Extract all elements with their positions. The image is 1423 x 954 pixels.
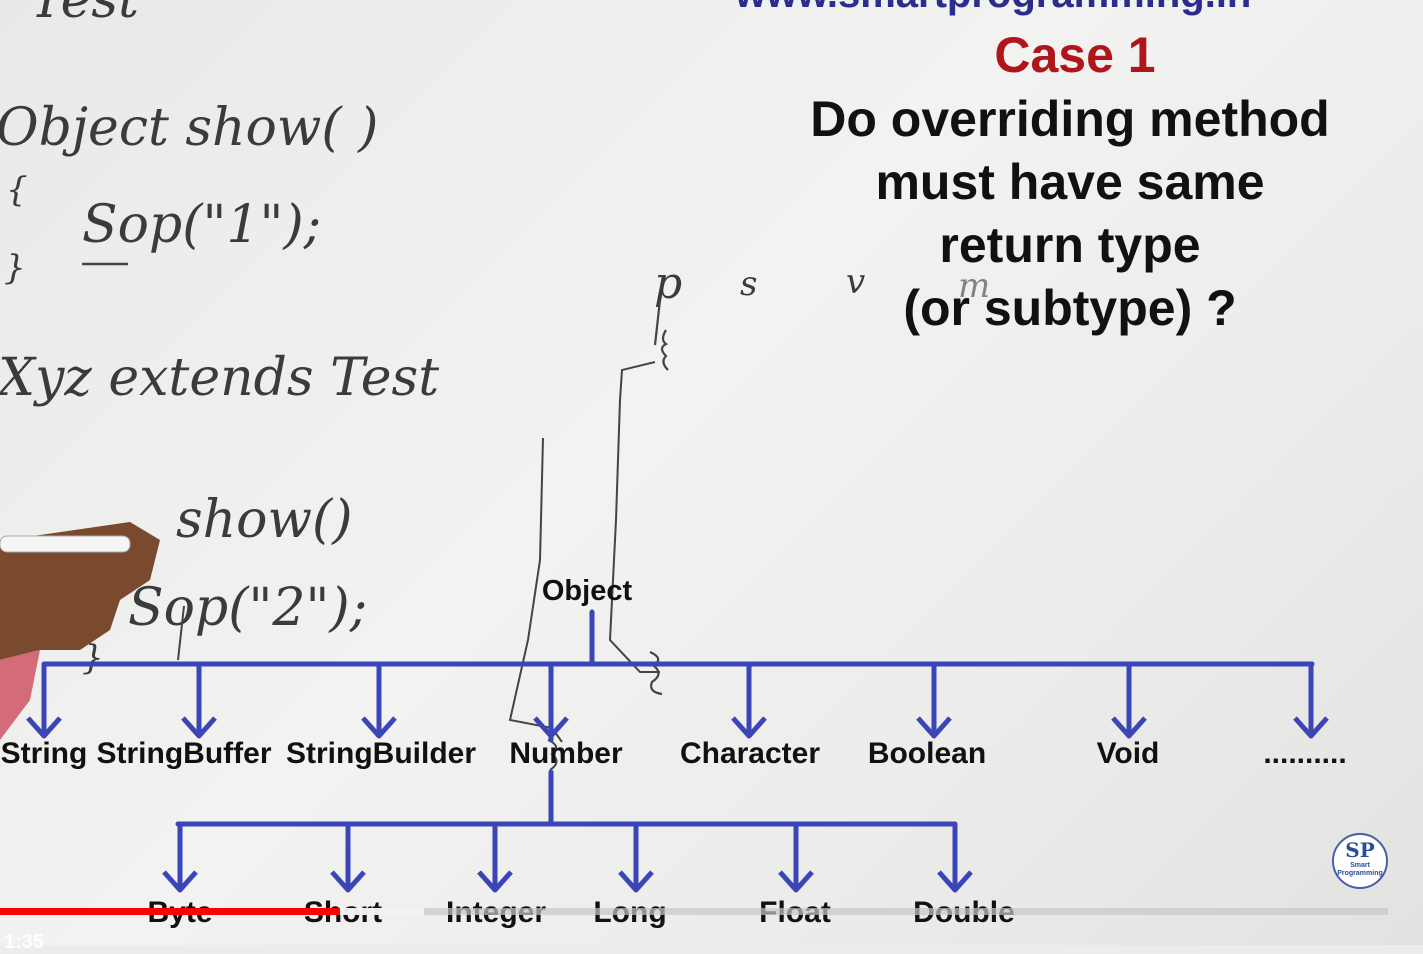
arrow-to-number [533,664,569,739]
arrow-to-long [618,824,654,893]
subclass-label-stringbuilder: StringBuilder [285,737,477,770]
progress-bar[interactable] [0,908,1388,915]
arrow-to-byte [162,824,198,893]
channel-logo: SP Smart Programming [1332,833,1388,889]
hierarchy-connectors [41,609,1315,827]
logo-text-line: Programming [1337,870,1383,877]
subclass-label-boolean: Boolean [867,737,987,770]
arrow-to-integer [477,824,513,893]
video-player-controls: 1:35 [0,904,1423,953]
subclass-label-more: .......... [1263,737,1347,770]
arrow-to-stringbuilder [361,664,397,739]
subclass-label-void: Void [1096,737,1160,770]
whiteboard: Test Object show( ) { Sop("1"); } Xyz ex… [0,0,1423,953]
arrow-to-stringbuffer [181,664,217,739]
level1-arrows [26,664,1329,739]
arrow-to-float [778,824,814,893]
arrow-to-short [330,824,366,893]
subclass-label-number: Number [509,737,623,770]
arrow-to-boolean [916,664,952,739]
arrow-to-void [1111,664,1147,739]
subclass-label-character: Character [679,737,821,770]
logo-text-line: Smart [1350,862,1370,869]
arrow-to-character [731,664,767,739]
arrow-to-double [937,824,973,893]
arrow-to- [1293,664,1329,739]
logo-monogram: SP [1345,838,1375,862]
class-hierarchy-diagram [26,609,1329,893]
progress-played [0,908,341,915]
time-readout: 1:35 [4,931,45,953]
presenter-hand [0,522,160,740]
root-class-label: Object [541,575,633,607]
level2-arrows [162,824,973,893]
